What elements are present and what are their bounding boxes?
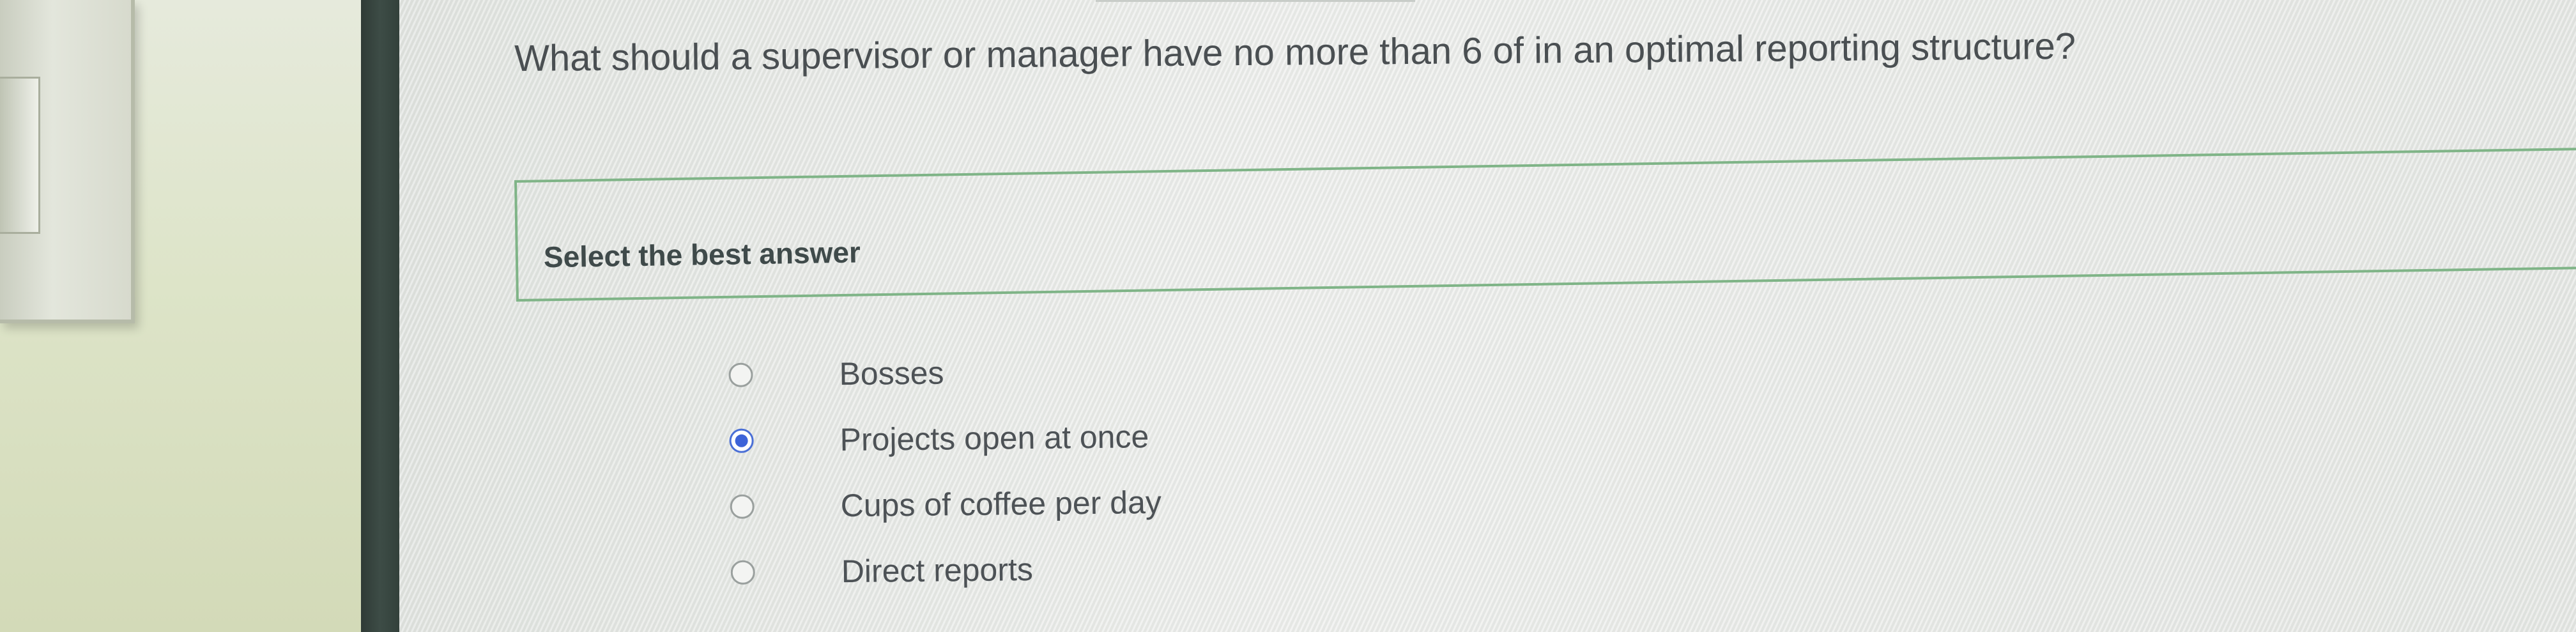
radio-button-icon[interactable] bbox=[730, 560, 755, 585]
radio-button-icon[interactable] bbox=[728, 362, 753, 387]
monitor-bezel bbox=[361, 0, 399, 632]
radio-button-icon[interactable] bbox=[730, 494, 755, 519]
background-wall bbox=[0, 0, 364, 632]
option-label: Direct reports bbox=[841, 551, 1034, 589]
option-direct-reports[interactable]: Direct reports bbox=[730, 533, 1370, 605]
option-label: Projects open at once bbox=[839, 418, 1149, 458]
option-label: Cups of coffee per day bbox=[840, 484, 1162, 523]
option-label: Bosses bbox=[839, 354, 944, 392]
top-divider bbox=[1096, 0, 1415, 2]
option-projects-open-at-once[interactable]: Projects open at once bbox=[729, 401, 1368, 474]
radio-button-selected-icon[interactable] bbox=[729, 428, 754, 453]
option-cups-of-coffee-per-day[interactable]: Cups of coffee per day bbox=[730, 467, 1369, 539]
quiz-screen bbox=[399, 0, 2576, 632]
option-bosses[interactable]: Bosses bbox=[728, 335, 1368, 408]
answer-instructions-header: Select the best answer bbox=[543, 235, 861, 274]
photo-of-screen: What should a supervisor or manager have… bbox=[0, 0, 2576, 632]
radio-dot-icon bbox=[735, 434, 748, 447]
light-switch-plate bbox=[0, 0, 135, 323]
answer-options-list: Bosses Projects open at once Cups of cof… bbox=[728, 335, 1370, 605]
light-switch-toggle bbox=[0, 77, 40, 234]
